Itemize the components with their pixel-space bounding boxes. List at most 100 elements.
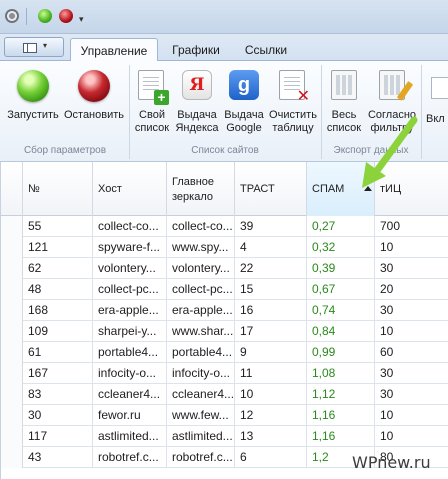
table-row[interactable]: 168 era-apple... era-apple... 16 0,74 30 [1,300,448,321]
cell-tic: 30 [375,300,448,321]
cell-tic: 10 [375,405,448,426]
cell-mirror: ccleaner4... [167,384,235,405]
cell-spam: 0,27 [307,216,375,237]
ribbon-group-divider [421,65,422,159]
export-all-button[interactable]: Весь список [324,66,364,144]
row-selector[interactable] [1,216,23,237]
cell-host: fewor.ru [93,405,167,426]
cell-mirror: astlimited... [167,426,235,447]
cell-host: volontery... [93,258,167,279]
row-selector[interactable] [1,300,23,321]
quick-access-menu-icon[interactable]: ▾ [79,14,84,25]
row-selector[interactable] [1,258,23,279]
app-menu-button[interactable]: ▾ [4,37,64,57]
start-button[interactable]: Запустить [4,66,62,144]
table-row[interactable]: 48 collect-pc... collect-pc... 15 0,67 20 [1,279,448,300]
google-label-2: Google [226,122,262,134]
cell-spam: 0,39 [307,258,375,279]
own-list-button[interactable]: + Свой список [133,66,171,144]
column-header-num[interactable]: № [23,162,93,216]
quick-start-button[interactable] [38,9,52,23]
cell-trust: 13 [235,426,307,447]
yandex-label-2: Яндекса [175,122,219,134]
column-header-mirror[interactable]: Главное зеркало [167,162,235,216]
cell-spam: 1,12 [307,384,375,405]
stop-label: Остановить [63,109,125,121]
cell-num: 30 [23,405,93,426]
row-selector[interactable] [1,279,23,300]
cell-trust: 15 [235,279,307,300]
cell-mirror: portable4... [167,342,235,363]
column-header-spam[interactable]: СПАМ [307,162,375,216]
calculator-icon [331,70,357,100]
cell-num: 117 [23,426,93,447]
app-window: ▾ ▾ Управление Графики Ссылки Запустить … [0,0,448,479]
cell-tic: 10 [375,426,448,447]
ribbon-tab-strip: ▾ Управление Графики Ссылки [0,34,448,62]
gear-icon[interactable] [5,9,19,23]
tab-links[interactable]: Ссылки [236,38,296,61]
clear-table-icon: ✕ [279,70,310,105]
row-selector[interactable] [1,363,23,384]
clear-table-button[interactable]: ✕ Очистить таблицу [268,66,318,144]
tab-charts[interactable]: Графики [164,38,228,61]
table-row[interactable]: 61 portable4... portable4... 9 0,99 60 [1,342,448,363]
cell-num: 168 [23,300,93,321]
cell-trust: 11 [235,363,307,384]
table-row[interactable]: 117 astlimited... astlimited... 13 1,16 10 [1,426,448,447]
row-selector-header[interactable] [1,162,23,216]
cell-trust: 4 [235,237,307,258]
row-selector[interactable] [1,405,23,426]
column-header-label: № [28,183,40,195]
table-row[interactable]: 109 sharpei-y... www.shar... 17 0,84 10 [1,321,448,342]
column-header-trust[interactable]: ТРАСТ [235,162,307,216]
row-selector[interactable] [1,321,23,342]
quick-stop-button[interactable] [59,9,73,23]
cell-spam: 1,16 [307,405,375,426]
cell-spam: 1,16 [307,426,375,447]
cell-trust: 17 [235,321,307,342]
cell-spam: 0,67 [307,279,375,300]
clear-label-2: таблицу [272,122,314,134]
tab-management[interactable]: Управление [70,38,158,62]
cell-num: 43 [23,447,93,468]
table-row[interactable]: 83 ccleaner4... ccleaner4... 10 1,12 30 [1,384,448,405]
row-selector[interactable] [1,384,23,405]
cell-host: spyware-f... [93,237,167,258]
cell-mirror: robotref.c... [167,447,235,468]
cell-num: 83 [23,384,93,405]
options-checkbox[interactable] [431,77,448,99]
yandex-serp-button[interactable]: Я Выдача Яндекса [174,66,220,144]
export-filtered-button[interactable]: Согласно фильтру [366,66,418,144]
title-bar: ▾ [0,0,448,34]
column-header-label: Главное [172,176,215,188]
row-selector[interactable] [1,426,23,447]
google-serp-button[interactable]: g Выдача Google [222,66,266,144]
table-row[interactable]: 121 spyware-f... www.spy... 4 0,32 10 [1,237,448,258]
ribbon-group-divider [129,65,130,159]
start-label: Запустить [7,109,59,121]
google-label-1: Выдача [224,109,264,121]
row-selector[interactable] [1,447,23,468]
cell-tic: 60 [375,342,448,363]
cell-spam: 0,84 [307,321,375,342]
table-row[interactable]: 55 collect-co... collect-co... 39 0,27 700 [1,216,448,237]
grid-header: № Хост Главное зеркало ТРАСТ СПАМ тИЦ [1,162,448,216]
row-selector[interactable] [1,237,23,258]
google-icon: g [229,70,259,100]
stop-button[interactable]: Остановить [62,66,126,144]
cell-tic: 30 [375,363,448,384]
cell-trust: 22 [235,258,307,279]
table-row[interactable]: 30 fewor.ru www.few... 12 1,16 10 [1,405,448,426]
cell-tic: 700 [375,216,448,237]
column-header-tic[interactable]: тИЦ [375,162,448,216]
cell-trust: 9 [235,342,307,363]
column-header-host[interactable]: Хост [93,162,167,216]
table-row[interactable]: 62 volontery... volontery... 22 0,39 30 [1,258,448,279]
ribbon-panel: Запустить Остановить + Свой список Я Выд… [0,61,448,162]
filter-edit-icon [379,70,414,101]
row-selector[interactable] [1,342,23,363]
cell-mirror: www.few... [167,405,235,426]
table-row[interactable]: 167 infocity-o... infocity-o... 11 1,08 30 [1,363,448,384]
yandex-label-1: Выдача [177,109,217,121]
